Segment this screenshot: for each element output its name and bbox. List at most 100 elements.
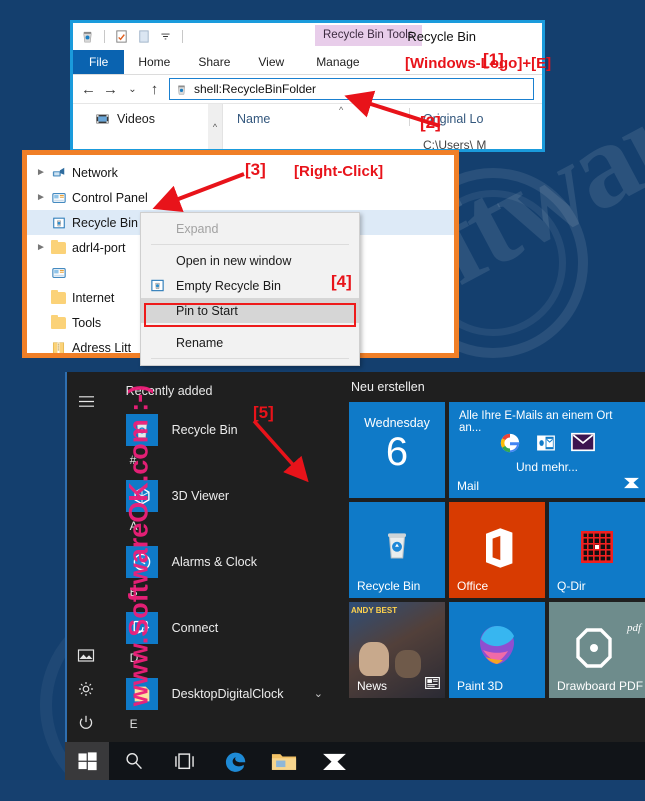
app-item-connect[interactable]: Connect: [108, 605, 345, 650]
file-explorer-icon[interactable]: [259, 742, 309, 780]
explorer-content: Videos ^ Name ^ Original Lo C:\Users\ M: [73, 104, 542, 149]
menu-item-label: Expand: [176, 221, 219, 236]
mail-more-label: Und mehr...: [515, 460, 579, 474]
tree-label: Control Panel: [72, 190, 148, 205]
tile-office[interactable]: Office: [449, 502, 545, 598]
properties-icon[interactable]: [113, 28, 130, 45]
forward-button[interactable]: →: [103, 81, 118, 98]
taskbar[interactable]: [65, 742, 645, 780]
start-menu-tiles[interactable]: Neu erstellen Wednesday 6 Alle Ihre E-Ma…: [345, 372, 645, 752]
menu-item-open-in-new-window[interactable]: Open in new window: [141, 248, 359, 273]
paint3d-icon: [477, 624, 517, 671]
news-photo-figure: [359, 642, 389, 676]
annotation-1: [1]: [483, 50, 504, 69]
app-item-alarms-clock[interactable]: Alarms & Clock: [108, 539, 345, 584]
tile-label: News: [357, 679, 388, 693]
chevron-down-icon[interactable]: ⌄: [314, 687, 323, 700]
recent-locations-button[interactable]: ⌄: [125, 84, 140, 95]
tab-home[interactable]: Home: [124, 50, 184, 74]
context-menu[interactable]: Expand Open in new window Empty Recycle …: [140, 212, 360, 366]
menu-item-label: Empty Recycle Bin: [176, 278, 281, 293]
dropdown-icon[interactable]: [157, 28, 174, 45]
app-list-header: Recently added: [125, 384, 213, 398]
contextual-tab-recycle-bin-tools[interactable]: Recycle Bin Tools: [315, 25, 422, 46]
menu-item-label: Pin to Start: [176, 303, 238, 318]
mail-envelope-icon: [623, 476, 640, 494]
column-header-name[interactable]: Name: [223, 112, 270, 149]
alpha-group-a[interactable]: A: [108, 518, 345, 539]
app-item-desktopdigitalclock[interactable]: DesktopDigitalClock ⌄: [108, 671, 345, 716]
chevron-right-icon[interactable]: ►: [36, 242, 51, 253]
tile-label: Mail: [457, 479, 480, 493]
tile-qdir[interactable]: Q-Dir: [549, 502, 645, 598]
tile-calendar[interactable]: Wednesday 6: [349, 402, 445, 498]
connect-icon: [125, 611, 158, 644]
tile-paint-3d[interactable]: Paint 3D: [449, 602, 545, 698]
chevron-right-icon[interactable]: ►: [36, 192, 51, 203]
empty-page-icon[interactable]: [135, 28, 152, 45]
tile-recycle-bin[interactable]: Recycle Bin: [349, 502, 445, 598]
start-menu-rail[interactable]: [65, 372, 108, 752]
start-menu[interactable]: Recently added Recycle Bin # 3D Viewer A…: [65, 372, 645, 752]
pictures-icon[interactable]: [71, 638, 101, 672]
start-button[interactable]: [65, 742, 109, 780]
control-panel-icon: [51, 191, 72, 205]
power-icon[interactable]: [71, 706, 101, 740]
menu-item-empty-recycle-bin[interactable]: Empty Recycle Bin: [141, 273, 359, 298]
address-bar[interactable]: ← → ⌄ ↑ shell:RecycleBinFolder: [73, 75, 542, 104]
scrollbar-up-arrow[interactable]: ^: [208, 104, 222, 149]
tile-drawboard-pdf[interactable]: pdf Drawboard PDF: [549, 602, 645, 698]
tile-group-header[interactable]: Neu erstellen: [349, 380, 645, 402]
tile-label: Office: [457, 579, 489, 593]
task-view-icon[interactable]: [159, 742, 209, 780]
menu-divider-3: [151, 358, 349, 359]
tab-view[interactable]: View: [244, 50, 298, 74]
annotation-5: [5]: [253, 403, 274, 422]
menu-item-rename[interactable]: Rename: [141, 330, 359, 355]
recycle-bin-icon: [150, 278, 165, 293]
tile-news[interactable]: ANDY BEST News: [349, 602, 445, 698]
recycle-bin-icon: [379, 528, 415, 569]
mail-envelope-icon[interactable]: [309, 742, 359, 780]
menu-item-pin-to-start[interactable]: Pin to Start: [141, 298, 359, 323]
settings-gear-icon[interactable]: [71, 672, 101, 706]
alpha-group-d[interactable]: D: [108, 650, 345, 671]
tile-label: Drawboard PDF: [557, 679, 644, 693]
drawboard-pdf-icon: [573, 626, 621, 675]
edge-browser-icon[interactable]: [209, 742, 259, 780]
tab-manage[interactable]: Manage: [298, 50, 373, 74]
recycle-bin-icon: [125, 413, 158, 446]
annotation-4: [4]: [331, 272, 352, 291]
tab-file[interactable]: File: [73, 50, 125, 74]
tile-row-3: ANDY BEST News Paint 3D pdf Drawboard PD…: [349, 602, 645, 698]
mail-provider-icons: [449, 432, 645, 454]
news-badge-icon: [425, 676, 440, 694]
alarms-clock-icon: [125, 545, 158, 578]
tree-label: Adress Litt: [72, 340, 132, 355]
annotation-2: [2]: [420, 113, 441, 132]
calendar-weekday: Wednesday: [364, 416, 430, 430]
hamburger-menu-icon[interactable]: [71, 384, 101, 418]
back-button[interactable]: ←: [81, 81, 96, 98]
search-icon[interactable]: [109, 742, 159, 780]
news-photo-caption: ANDY BEST: [351, 606, 398, 615]
desktop-background-strip: [0, 780, 645, 801]
alpha-group-e[interactable]: E: [108, 716, 345, 737]
menu-item-expand[interactable]: Expand: [141, 216, 359, 241]
mail-envelope-icon: [571, 432, 595, 452]
tile-label: Paint 3D: [457, 679, 504, 693]
tree-label: adrl4-port: [72, 240, 126, 255]
tile-mail[interactable]: Alle Ihre E-Mails an einem Ort an... Und…: [449, 402, 645, 498]
navigation-pane[interactable]: Videos ^: [73, 104, 223, 149]
nav-item-videos[interactable]: Videos: [117, 112, 155, 126]
up-button[interactable]: ↑: [147, 81, 162, 98]
annotation-right-click: [Right-Click]: [294, 163, 384, 180]
calendar-date: 6: [385, 430, 409, 474]
chevron-right-icon[interactable]: ►: [36, 167, 51, 178]
menu-divider: [151, 244, 349, 245]
app-label: Connect: [171, 620, 219, 635]
alpha-group-b[interactable]: B: [108, 584, 345, 605]
tab-share[interactable]: Share: [184, 50, 244, 74]
address-text: shell:RecycleBinFolder: [194, 82, 317, 96]
file-explorer-window[interactable]: Recycle Bin Tools Recycle Bin File Home …: [70, 20, 545, 152]
